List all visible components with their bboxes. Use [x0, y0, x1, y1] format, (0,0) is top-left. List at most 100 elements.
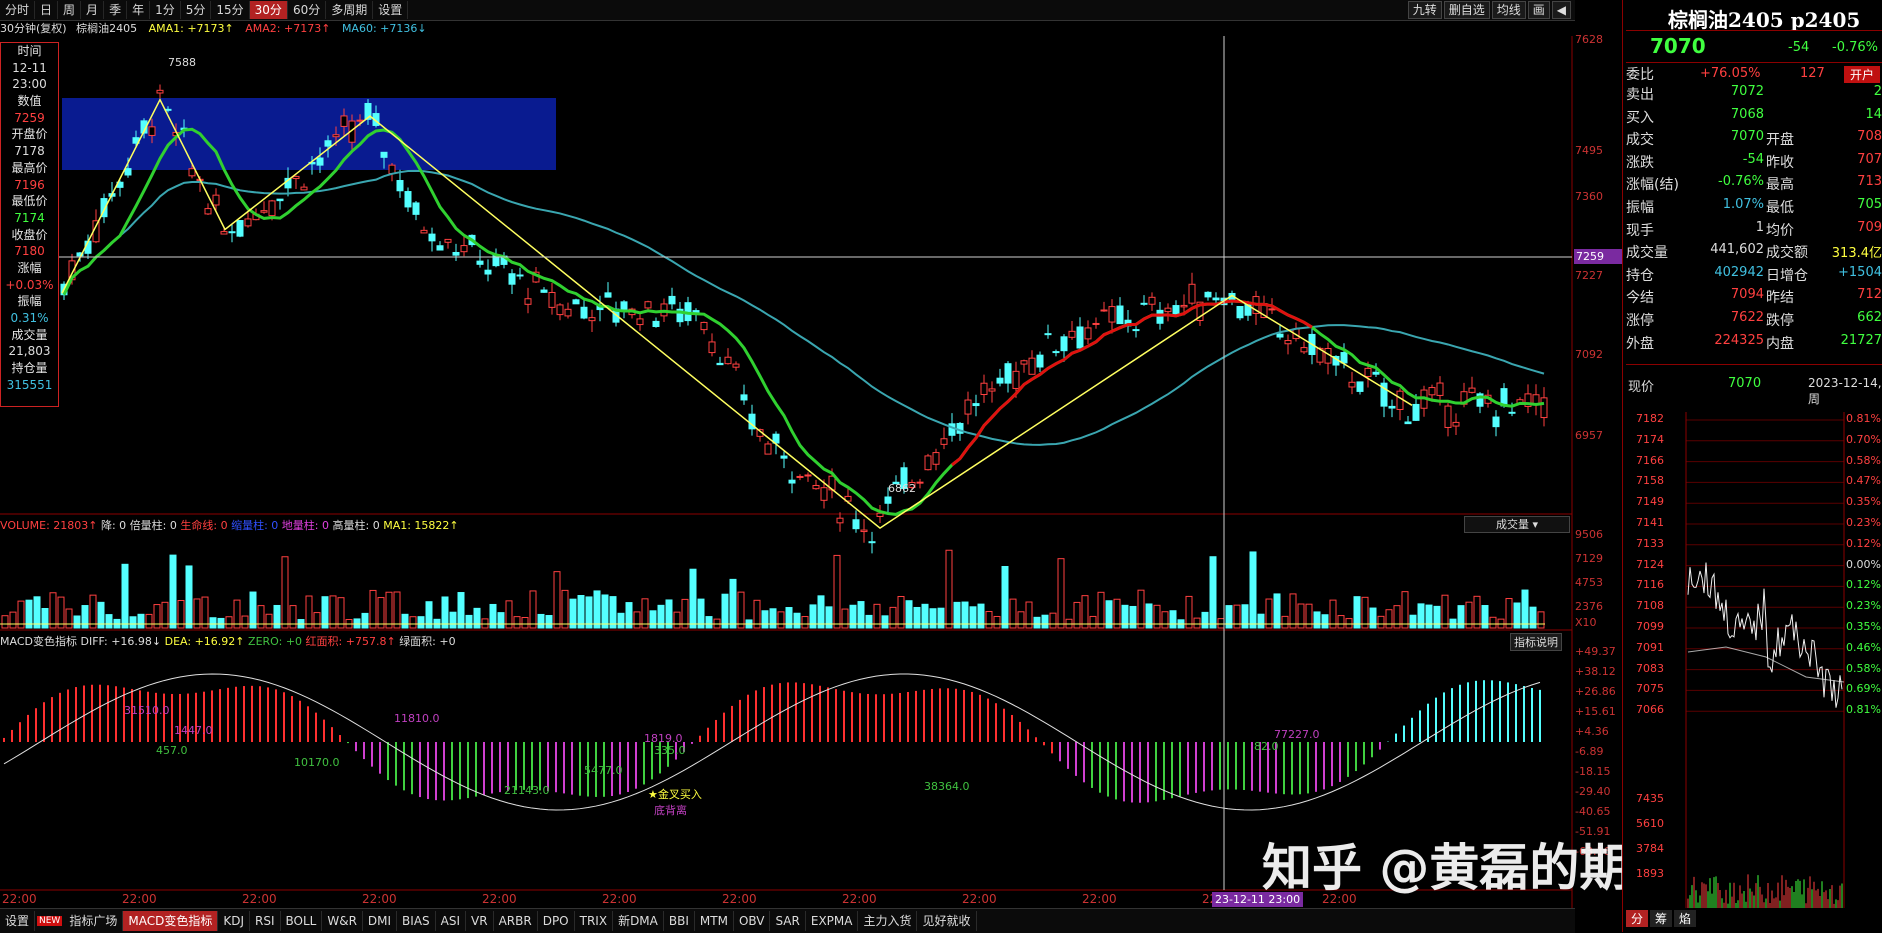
open-account-button[interactable]: 开户	[1844, 66, 1881, 83]
candle-body	[1004, 363, 1012, 384]
indicator-tab[interactable]: ASI	[436, 911, 467, 931]
volume-bar	[137, 613, 145, 629]
indicator-tab[interactable]: DMI	[363, 911, 398, 931]
candle-body	[276, 198, 284, 202]
indicator-tab[interactable]: VR	[466, 911, 494, 931]
intraday-pct-label: 0.35%	[1846, 495, 1881, 509]
period-button[interactable]: 分时	[0, 1, 36, 19]
volume-bars	[0, 549, 1545, 629]
candle-body	[388, 164, 396, 175]
volume-bar	[1273, 593, 1281, 629]
indicator-tab[interactable]: BIAS	[397, 911, 436, 931]
volume-indicator-select[interactable]: 成交量 ▾	[1464, 516, 1570, 533]
intraday-tab[interactable]: 分	[1626, 910, 1649, 927]
indicator-explain-button[interactable]: 指标说明	[1510, 633, 1562, 651]
indicator-tab[interactable]: EXPMA	[806, 911, 859, 931]
intraday-price-label: 7066	[1636, 703, 1664, 717]
volume-bar	[1217, 618, 1225, 629]
indicator-tab[interactable]: MTM	[695, 911, 734, 931]
chevron-down-icon: ▾	[1532, 518, 1539, 531]
remove-favorite-button[interactable]: 删自选	[1443, 1, 1490, 19]
indicator-tab[interactable]: RSI	[250, 911, 281, 931]
info-value: 21,803	[8, 344, 51, 359]
period-button[interactable]: 设置	[373, 1, 409, 19]
candle-body	[548, 291, 556, 308]
candle-body	[964, 399, 972, 415]
period-button[interactable]: 30分	[249, 1, 288, 19]
diliang-value: 地量柱: 0	[281, 519, 329, 532]
nav-left-icon[interactable]: ◀	[1551, 1, 1571, 19]
indicator-tab[interactable]: 设置	[0, 911, 36, 931]
jiuzhuan-button[interactable]: 九转	[1407, 1, 1442, 19]
candle-body	[188, 168, 196, 177]
period-button[interactable]: 月	[81, 1, 105, 19]
candle-body	[836, 517, 844, 524]
weicha-value: 127	[1800, 66, 1825, 81]
period-button[interactable]: 日	[35, 1, 59, 19]
candle-body	[780, 455, 788, 459]
candle-body	[1204, 291, 1212, 298]
info-label: 最低价	[11, 194, 48, 209]
candle-body	[820, 487, 828, 501]
indicator-tab[interactable]: BOLL	[281, 911, 323, 931]
quote-value: 7070	[1730, 129, 1764, 145]
quote-value: 21727	[1840, 332, 1882, 348]
candle-body	[1172, 305, 1180, 315]
indicator-tab[interactable]: 主力入货	[858, 911, 918, 931]
time-axis-label: 22:00	[722, 892, 757, 906]
indicator-tab[interactable]: KDJ	[218, 911, 250, 931]
intraday-tab[interactable]: 焰	[1674, 910, 1697, 927]
period-button[interactable]: 多周期	[326, 1, 374, 19]
indicator-tab[interactable]: 见好就收	[917, 911, 977, 931]
candle-body	[1108, 306, 1116, 323]
volume-bar	[481, 618, 489, 629]
indicator-tab[interactable]: DPO	[538, 911, 575, 931]
volume-bar	[1401, 591, 1409, 629]
period-button[interactable]: 5分	[181, 1, 212, 19]
time-axis-label: 22:00	[842, 892, 877, 906]
intraday-pct-label: 0.81%	[1846, 412, 1881, 425]
candle-body	[1036, 354, 1044, 368]
indicator-tab[interactable]: 新DMA	[613, 911, 664, 931]
volume-bar	[1529, 606, 1537, 629]
indicator-tab[interactable]: MACD变色指标	[123, 911, 219, 931]
intraday-chart[interactable]	[1626, 412, 1882, 908]
candle-body	[540, 289, 548, 293]
period-button[interactable]: 季	[104, 1, 128, 19]
kline-chart[interactable]	[0, 36, 1622, 908]
volume-bar	[537, 613, 545, 629]
quote-value: 402942	[1714, 264, 1764, 280]
quote-label: 开盘	[1766, 132, 1794, 149]
quote-value: 708	[1857, 129, 1882, 145]
candle-body	[428, 233, 436, 242]
indicator-tab[interactable]: BBI	[664, 911, 695, 931]
indicator-tab[interactable]: OBV	[734, 911, 771, 931]
volume-bar	[409, 616, 417, 629]
ma-lines-button[interactable]: 均线	[1491, 1, 1526, 19]
indicator-tab[interactable]: 指标广场	[64, 911, 124, 931]
period-button[interactable]: 周	[58, 1, 82, 19]
quote-row: 涨幅(结) -0.76% 最高 713	[1626, 174, 1882, 196]
period-button[interactable]: 60分	[288, 1, 327, 19]
crosshair-info-box: 时间 12-11 23:00 数值 7259 开盘价 7178 最高价 7196 最低价 7174 收…	[0, 42, 59, 407]
draw-button[interactable]: 画	[1527, 1, 1550, 19]
volume-bar	[1353, 596, 1361, 629]
intraday-tab[interactable]: 筹	[1650, 910, 1673, 927]
candle-body	[1212, 297, 1220, 301]
candle-body	[580, 306, 588, 319]
indicator-tab[interactable]: ARBR	[494, 911, 538, 931]
volume-bar	[169, 554, 177, 629]
indicator-tab[interactable]: TRIX	[575, 911, 614, 931]
indicator-tab[interactable]: SAR	[770, 911, 806, 931]
volume-indicator-label: 成交量	[1495, 518, 1529, 531]
period-button[interactable]: 年	[127, 1, 151, 19]
period-button[interactable]: 15分	[211, 1, 250, 19]
indicator-tab[interactable]: W&R	[322, 911, 363, 931]
period-button[interactable]: 1分	[150, 1, 181, 19]
volume-bar	[577, 595, 585, 629]
volume-bar	[1153, 604, 1161, 629]
volume-bar	[513, 616, 521, 629]
quote-value: 7072	[1730, 84, 1764, 99]
volume-bar	[705, 616, 713, 629]
candle-body	[852, 519, 860, 530]
